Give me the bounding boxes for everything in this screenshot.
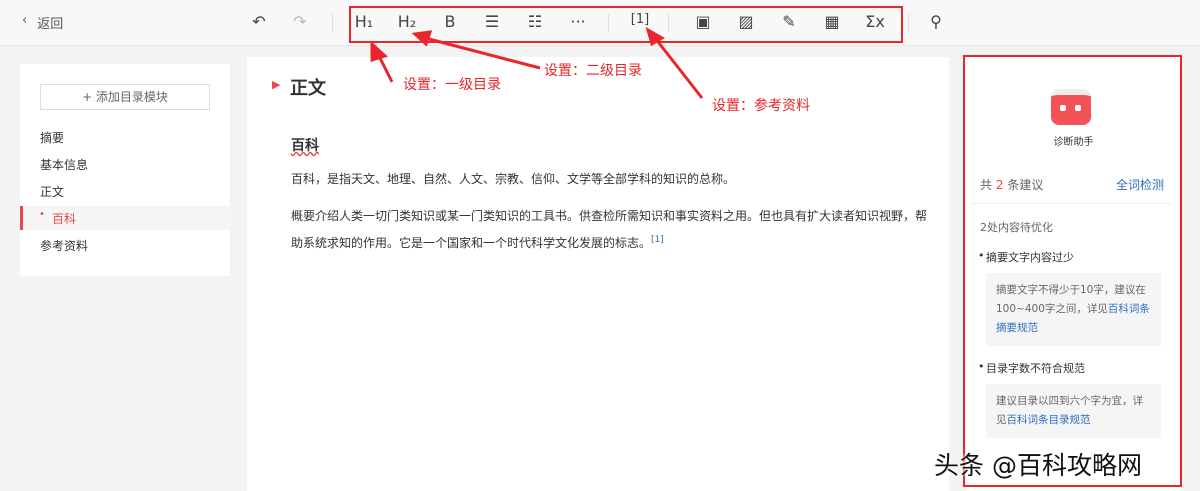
editor[interactable]: ▶ 正文 百科 百科，是指天文、地理、自然、人文、宗教、信仰、文学等全部学科的知… [247,57,949,491]
toc-item[interactable]: 摘要 [40,129,64,146]
panel-highlight [963,55,1182,487]
toc-item[interactable]: 基本信息 [40,156,88,173]
undo-icon[interactable]: ↶ [245,12,273,31]
toc-item-active[interactable]: 百科 • [20,206,230,230]
annotation-h1: 设置：一级目录 [403,77,501,93]
toc-item[interactable]: 参考资料 [40,237,88,254]
add-toc-button[interactable]: + 添加目录模块 [40,84,210,110]
chevron-left-icon: ‹ [22,13,28,28]
section-heading[interactable]: 正文 [290,74,326,100]
toc-item[interactable]: 正文 [40,183,64,200]
toolbar-highlight [349,6,903,43]
search-icon[interactable]: ⚲ [922,12,950,31]
paragraph[interactable]: 百科，是指天文、地理、自然、人文、宗教、信仰、文学等全部学科的知识的总称。 [291,170,931,187]
back-button[interactable]: ‹ 返回 [22,13,63,32]
subsection-heading[interactable]: 百科 [291,135,319,155]
watermark: 头条 @百科攻略网 [934,451,1142,480]
paragraph[interactable]: 概要介绍人类一切门类知识或某一门类知识的工具书。供查检所需知识和事实资料之用。但… [291,204,931,255]
annotation-h2: 设置：二级目录 [544,63,642,79]
toc-panel: + 添加目录模块 摘要 基本信息 正文 百科 • 参考资料 [20,64,230,276]
redo-icon[interactable]: ↷ [286,12,314,31]
reference-link[interactable]: [1] [651,235,664,245]
annotation-ref: 设置：参考资料 [712,98,810,114]
